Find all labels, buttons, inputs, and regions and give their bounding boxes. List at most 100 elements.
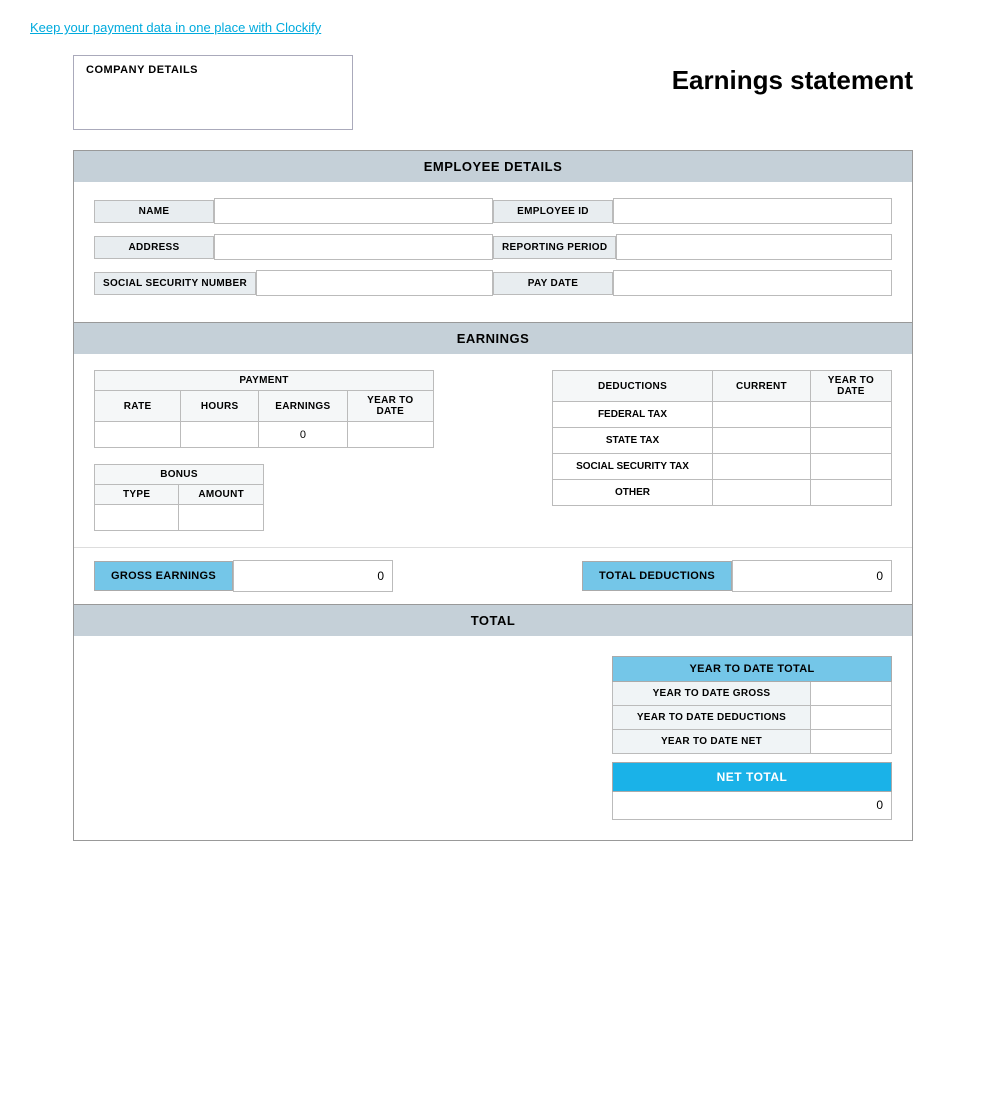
address-input[interactable]	[214, 234, 493, 260]
field-row-reporting-period: REPORTING PERIOD	[493, 234, 892, 260]
deduction-other-current[interactable]	[713, 480, 811, 506]
payment-row: 0	[95, 422, 434, 448]
deduction-other-current-input[interactable]	[721, 485, 802, 500]
deduction-other-ytd-input[interactable]	[819, 485, 883, 500]
deduction-state-label: STATE TAX	[553, 428, 713, 454]
payment-ytd-input[interactable]	[356, 427, 425, 442]
document-title: Earnings statement	[672, 55, 913, 96]
employee-id-input[interactable]	[613, 198, 892, 224]
name-label: NAME	[94, 200, 214, 223]
address-label: ADDRESS	[94, 236, 214, 259]
deductions-block-header: DEDUCTIONS	[553, 371, 713, 402]
total-deductions-value: 0	[732, 560, 892, 592]
ytd-net-value[interactable]	[811, 730, 891, 753]
total-content: YEAR TO DATE TOTAL YEAR TO DATE GROSS YE…	[74, 636, 912, 840]
field-row-name: NAME	[94, 198, 493, 224]
payment-col-earnings: EARNINGS	[259, 391, 348, 422]
deduction-state-ytd-input[interactable]	[819, 433, 883, 448]
employee-fields-right: EMPLOYEE ID REPORTING PERIOD PAY DATE	[493, 198, 892, 306]
name-input[interactable]	[214, 198, 493, 224]
earnings-right: DEDUCTIONS CURRENT YEAR TO DATE FEDERAL …	[474, 370, 892, 531]
ytd-row-gross: YEAR TO DATE GROSS	[612, 682, 892, 706]
field-row-pay-date: PAY DATE	[493, 270, 892, 296]
net-total-section: NET TOTAL 0	[612, 762, 892, 820]
payment-ytd-cell[interactable]	[347, 422, 433, 448]
earnings-totals-row: GROSS EARNINGS 0 TOTAL DEDUCTIONS 0	[74, 547, 912, 604]
deduction-row-state: STATE TAX	[553, 428, 892, 454]
payment-earnings-cell[interactable]: 0	[259, 422, 348, 448]
pay-date-input[interactable]	[613, 270, 892, 296]
deductions-col-ytd: YEAR TO DATE	[810, 371, 891, 402]
bonus-amount-input[interactable]	[187, 510, 255, 525]
total-deductions-label: TOTAL DEDUCTIONS	[582, 561, 732, 591]
deduction-row-federal: FEDERAL TAX	[553, 402, 892, 428]
deduction-ss-current-input[interactable]	[721, 459, 802, 474]
deduction-row-other: OTHER	[553, 480, 892, 506]
bonus-table: BONUS TYPE AMOUNT	[94, 464, 264, 531]
deductions-block: DEDUCTIONS CURRENT YEAR TO DATE FEDERAL …	[474, 370, 892, 531]
deduction-federal-current-input[interactable]	[721, 407, 802, 422]
deduction-state-current[interactable]	[713, 428, 811, 454]
ytd-block: YEAR TO DATE TOTAL YEAR TO DATE GROSS YE…	[612, 656, 892, 820]
clockify-link[interactable]: Keep your payment data in one place with…	[30, 20, 321, 35]
reporting-period-input[interactable]	[616, 234, 892, 260]
net-total-value: 0	[612, 792, 892, 820]
employee-section-header: EMPLOYEE DETAILS	[74, 151, 912, 182]
deduction-other-ytd[interactable]	[810, 480, 891, 506]
field-row-employee-id: EMPLOYEE ID	[493, 198, 892, 224]
earnings-section-header: EARNINGS	[74, 323, 912, 354]
deductions-col-current: CURRENT	[713, 371, 811, 402]
deduction-state-ytd[interactable]	[810, 428, 891, 454]
field-row-ssn: SOCIAL SECURITY NUMBER	[94, 270, 493, 296]
deduction-federal-label: FEDERAL TAX	[553, 402, 713, 428]
payment-table: PAYMENT RATE HOURS EARNINGS YEAR TO DATE	[94, 370, 434, 448]
pay-date-label: PAY DATE	[493, 272, 613, 295]
ytd-row-deductions: YEAR TO DATE DEDUCTIONS	[612, 706, 892, 730]
payment-block: PAYMENT RATE HOURS EARNINGS YEAR TO DATE	[94, 370, 454, 448]
ytd-deductions-label: YEAR TO DATE DEDUCTIONS	[613, 706, 811, 729]
deduction-federal-ytd-input[interactable]	[819, 407, 883, 422]
company-details-box: COMPANY DETAILS	[73, 55, 353, 130]
earnings-section: EARNINGS PAYMENT RATE HOURS E	[73, 323, 913, 605]
deduction-ss-ytd-input[interactable]	[819, 459, 883, 474]
total-section: TOTAL YEAR TO DATE TOTAL YEAR TO DATE GR…	[73, 605, 913, 841]
ytd-row-net: YEAR TO DATE NET	[612, 730, 892, 754]
deduction-state-current-input[interactable]	[721, 433, 802, 448]
bonus-type-cell[interactable]	[95, 505, 179, 531]
payment-rate-input[interactable]	[103, 427, 172, 442]
gross-earnings-total: GROSS EARNINGS 0	[94, 560, 393, 592]
ytd-deductions-value[interactable]	[811, 706, 891, 729]
employee-fields-left: NAME ADDRESS SOCIAL SECURITY NUMBER	[94, 198, 493, 306]
field-row-address: ADDRESS	[94, 234, 493, 260]
bonus-block: BONUS TYPE AMOUNT	[94, 464, 454, 531]
payment-col-rate: RATE	[95, 391, 181, 422]
deductions-table: DEDUCTIONS CURRENT YEAR TO DATE FEDERAL …	[552, 370, 892, 506]
bonus-col-type: TYPE	[95, 485, 179, 505]
payment-rate-cell[interactable]	[95, 422, 181, 448]
ytd-gross-value[interactable]	[811, 682, 891, 705]
page-header: COMPANY DETAILS Earnings statement	[73, 55, 913, 130]
bonus-row	[95, 505, 264, 531]
earnings-content: PAYMENT RATE HOURS EARNINGS YEAR TO DATE	[74, 354, 912, 547]
bonus-amount-cell[interactable]	[179, 505, 264, 531]
bonus-type-input[interactable]	[103, 510, 170, 525]
employee-section: EMPLOYEE DETAILS NAME ADDRESS SOCIAL SEC…	[73, 150, 913, 323]
payment-hours-cell[interactable]	[181, 422, 259, 448]
reporting-period-label: REPORTING PERIOD	[493, 236, 616, 259]
earnings-left: PAYMENT RATE HOURS EARNINGS YEAR TO DATE	[94, 370, 454, 531]
ssn-input[interactable]	[256, 270, 493, 296]
ytd-net-label: YEAR TO DATE NET	[613, 730, 811, 753]
deduction-other-label: OTHER	[553, 480, 713, 506]
deduction-ss-label: SOCIAL SECURITY TAX	[553, 454, 713, 480]
deduction-federal-ytd[interactable]	[810, 402, 891, 428]
employee-fields: NAME ADDRESS SOCIAL SECURITY NUMBER EMPL…	[74, 182, 912, 322]
payment-hours-input[interactable]	[189, 427, 250, 442]
employee-id-label: EMPLOYEE ID	[493, 200, 613, 223]
deduction-ss-current[interactable]	[713, 454, 811, 480]
total-deductions-total: TOTAL DEDUCTIONS 0	[582, 560, 892, 592]
bonus-col-amount: AMOUNT	[179, 485, 264, 505]
deduction-row-social-security: SOCIAL SECURITY TAX	[553, 454, 892, 480]
deduction-ss-ytd[interactable]	[810, 454, 891, 480]
total-section-header: TOTAL	[74, 605, 912, 636]
deduction-federal-current[interactable]	[713, 402, 811, 428]
